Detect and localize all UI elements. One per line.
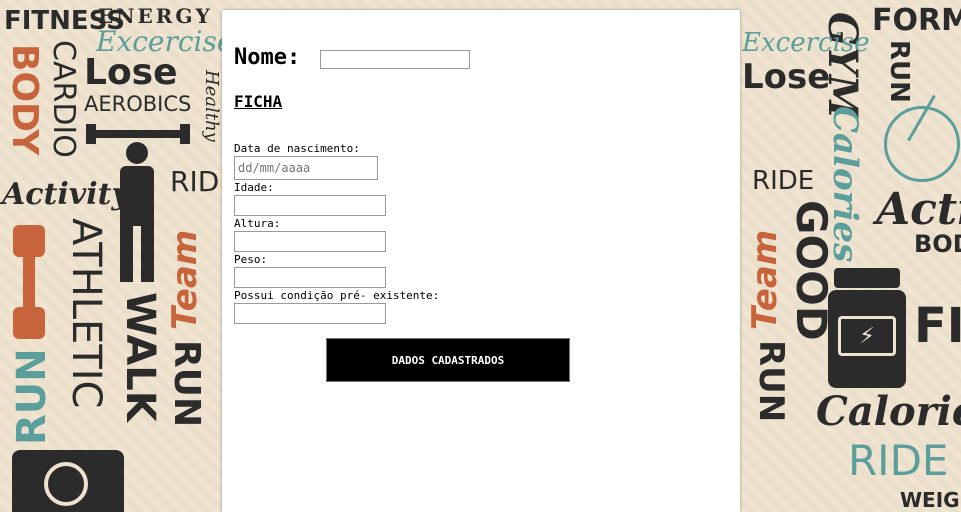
bg-word-run-2: RUN xyxy=(166,340,207,428)
bg-word-walk: WALK xyxy=(117,292,163,422)
bg-word-form: FORM xyxy=(872,3,961,38)
bg-word-body: BODY xyxy=(4,44,45,156)
bg-word-ride-right: RIDE xyxy=(752,166,815,196)
bg-word-aerobics: AEROBICS xyxy=(84,92,192,116)
bg-word-activity-right: Activity xyxy=(876,184,961,235)
weightlifter-icon xyxy=(86,124,190,284)
stopwatch-icon xyxy=(12,450,124,512)
bg-word-ride-teal: RIDE xyxy=(848,436,949,485)
dumbbell-icon xyxy=(5,225,55,340)
form-panel: Nome: FICHA Data de nascimento: Idade: A… xyxy=(222,10,740,512)
bg-word-body-right: BODY xyxy=(914,230,961,258)
preexisting-condition-label: Possui condição pré- existente: xyxy=(234,289,440,302)
bg-word-cardio: CARDIO xyxy=(46,40,81,158)
bg-word-excercise-right: Excercise xyxy=(742,28,870,58)
age-input[interactable] xyxy=(234,195,386,216)
bg-word-good: GOOD xyxy=(787,200,836,341)
bg-word-run: RUN xyxy=(9,348,55,445)
weight-input[interactable] xyxy=(234,267,386,288)
bg-word-fit: FIT xyxy=(914,298,961,354)
bicycle-icon xyxy=(884,92,961,186)
section-title-ficha: FICHA xyxy=(234,92,283,111)
submit-button[interactable]: DADOS CADASTRADOS xyxy=(326,338,570,382)
bg-word-run-right-2: RUN xyxy=(751,340,791,423)
name-input[interactable] xyxy=(320,50,470,69)
weight-label: Peso: xyxy=(234,253,268,266)
age-label: Idade: xyxy=(234,181,274,194)
bg-word-weigh: WEIGH xyxy=(900,488,961,512)
bg-word-calories: Calories xyxy=(816,388,961,435)
bg-word-lose-right: Lose xyxy=(742,57,831,97)
bg-word-team-right: Team xyxy=(745,229,785,330)
bg-word-energy: ENERGY xyxy=(98,4,213,28)
name-label: Nome: xyxy=(234,45,301,70)
bg-word-healthy: Healthy xyxy=(201,70,222,142)
protein-jar-icon: ⚡ xyxy=(828,268,906,388)
birthdate-input[interactable] xyxy=(234,156,378,180)
birthdate-label: Data de nascimento: xyxy=(234,142,360,155)
height-input[interactable] xyxy=(234,231,386,252)
preexisting-condition-input[interactable] xyxy=(234,303,386,324)
bg-word-lose: Lose xyxy=(84,52,178,93)
height-label: Altura: xyxy=(234,217,281,230)
